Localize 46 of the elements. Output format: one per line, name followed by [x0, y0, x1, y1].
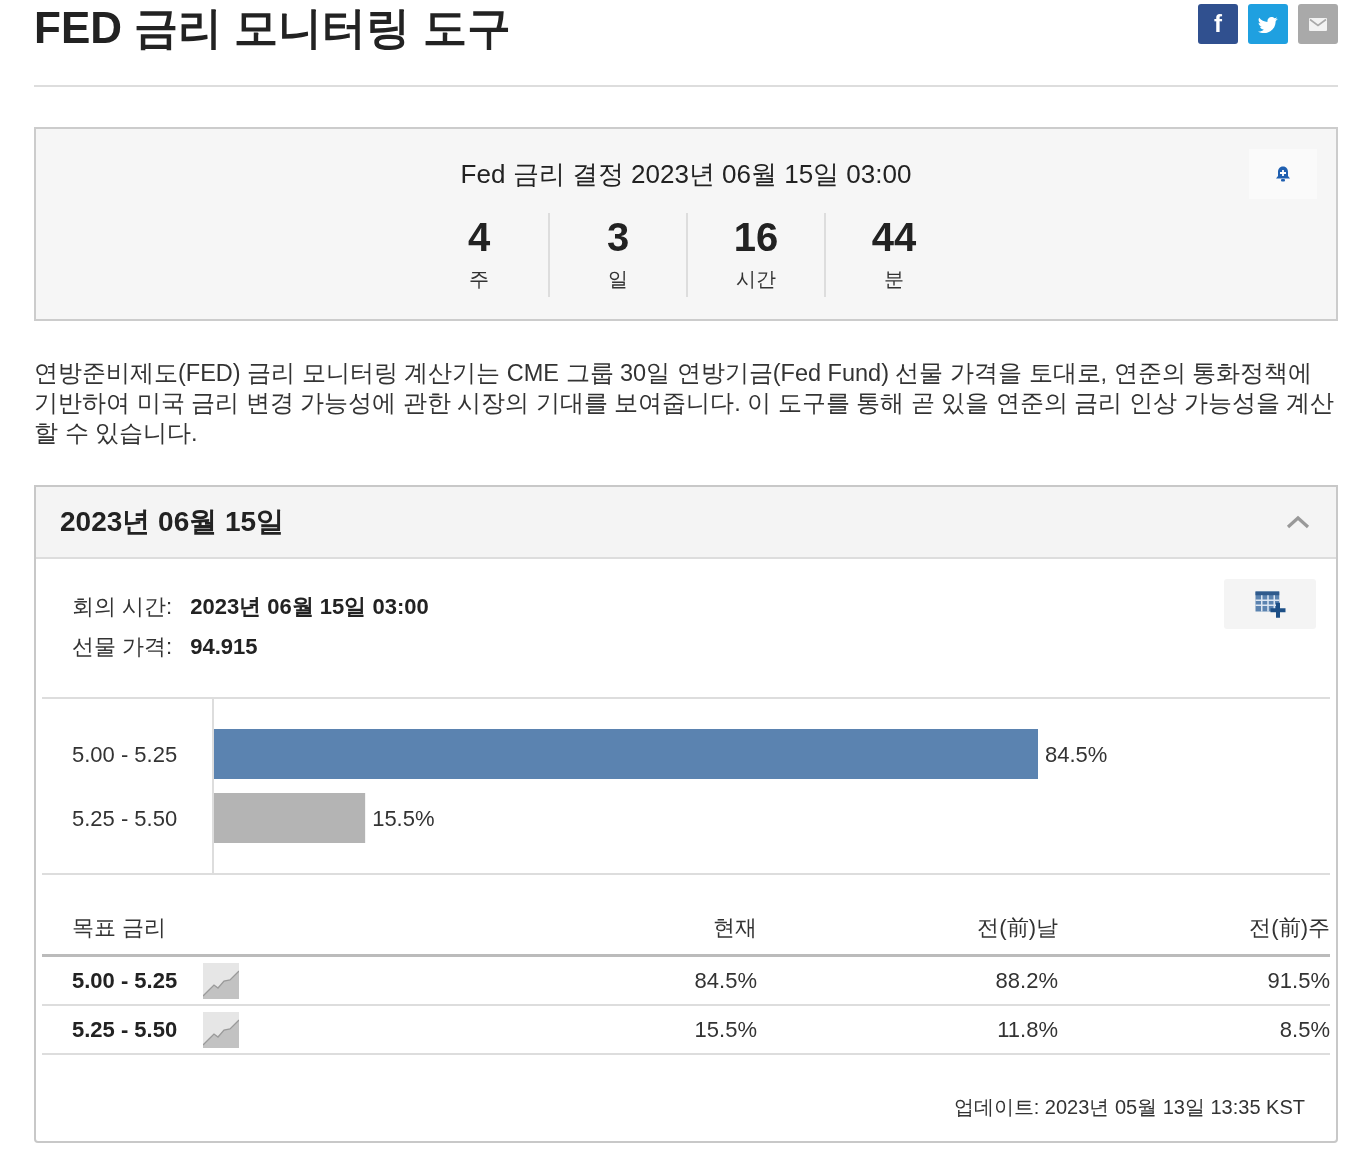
envelope-icon [1309, 17, 1327, 31]
probability-cell-text: 91.5% [1266, 967, 1330, 994]
updated-timestamp: 업데이트: 2023년 05월 13일 13:35 KST [953, 1095, 1305, 1120]
page-title: FED 금리 모니터링 도구 [34, 2, 511, 54]
meeting-date-title: 2023년 06월 15일 [60, 505, 285, 539]
probability-cell-text: 88.2% [994, 967, 1058, 994]
description-text: 연방준비제도(FED) 금리 모니터링 계산기는 CME 그룹 30일 연방기금(Fed Fund) 선물 가격을 토대로, 연준의 통화정책에 기반하여 미국 금리 변경 가능성에 관한 시장의 기대를 보여줍니다. 이 도구를 통해 곧 있을 연준의 금리 인상 가능성을 계산할 수 있습니다. [34, 359, 1336, 448]
column-header: 현재 [712, 914, 757, 942]
category-label: 5.25 - 5.50 [72, 805, 178, 831]
column-header: 전(前)주 [1248, 914, 1330, 942]
countdown-value: 3 [606, 214, 630, 261]
probability-cell-text: 84.5% [693, 967, 757, 994]
countdown-unit: 주 [469, 267, 489, 292]
twitter-share-button[interactable] [1248, 4, 1288, 44]
probability-cell-text: 15.5% [693, 1016, 757, 1043]
alert-button[interactable] [1249, 149, 1317, 199]
bell-plus-icon [1275, 166, 1291, 182]
calendar-plus-icon [1253, 589, 1287, 619]
value-label: 15.5% [372, 805, 435, 831]
info-label: 선물 가격: [72, 633, 173, 661]
column-header: 전(前)날 [976, 914, 1058, 942]
column-header: 목표 금리 [71, 914, 168, 942]
probability-cell-text: 8.5% [1278, 1016, 1330, 1043]
bird-icon [1258, 15, 1278, 33]
info-value: 94.915 [190, 633, 259, 661]
email-share-button[interactable] [1298, 4, 1338, 44]
countdown-value: 16 [733, 214, 779, 261]
probability-cell-text: 11.8% [996, 1016, 1058, 1043]
value-label: 84.5% [1045, 741, 1108, 767]
accordion-header[interactable]: 2023년 06월 15일 [36, 487, 1336, 559]
sparkline-icon[interactable] [203, 1011, 240, 1048]
countdown-unit: 시간 [736, 267, 776, 292]
facebook-share-button[interactable]: f [1198, 4, 1238, 44]
chevron-up-icon[interactable] [1286, 515, 1310, 529]
rate-range-cell: 5.25 - 5.50 [72, 1016, 178, 1043]
add-to-calendar-button[interactable] [1224, 579, 1316, 629]
sparkline-icon[interactable] [203, 962, 240, 999]
info-value: 2023년 06월 15일 03:00 [190, 593, 429, 621]
rate-range-cell: 5.00 - 5.25 [72, 967, 178, 994]
meeting-title: Fed 금리 결정 2023년 06월 15일 03:00 [460, 158, 912, 191]
info-label: 회의 시간: [72, 593, 173, 621]
category-label: 5.00 - 5.25 [72, 741, 178, 767]
countdown-unit: 분 [884, 267, 904, 292]
countdown-unit: 일 [608, 267, 628, 292]
countdown-value: 44 [871, 214, 917, 261]
countdown-value: 4 [467, 214, 491, 261]
